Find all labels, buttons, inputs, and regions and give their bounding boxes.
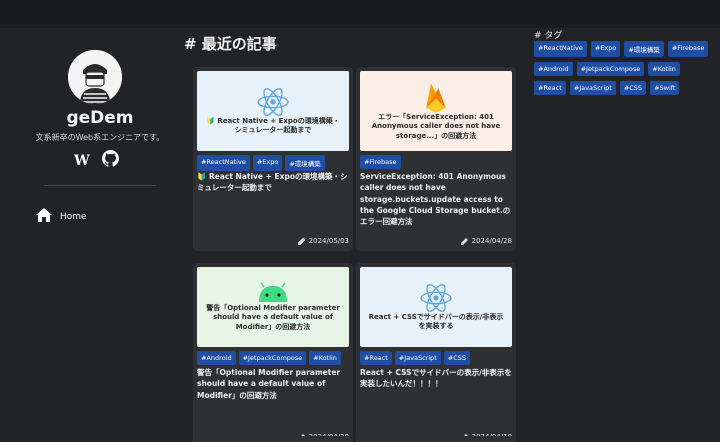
wikipedia-w-icon[interactable]: W: [74, 153, 90, 169]
article-date: 2024/04/28: [460, 237, 512, 245]
firebase-logo-icon: [426, 83, 446, 113]
thumbnail-text: エラー「ServiceException: 401 Anonymous call…: [371, 112, 501, 140]
article-card[interactable]: 🔰 React Native + Expoの環境構築・シミュレーター起動まで #…: [193, 67, 353, 251]
article-thumbnail: 警告「Optional Modifier parameter should ha…: [197, 267, 349, 347]
tag-chip[interactable]: #環境構築: [624, 41, 664, 57]
article-title[interactable]: 警告「Optional Modifier parameter should ha…: [197, 367, 349, 401]
card-tags: #React #JavaScript #CSS: [360, 351, 512, 365]
tag-chip[interactable]: #環境構築: [285, 155, 325, 171]
tag-chip[interactable]: #Firebase: [360, 155, 401, 169]
article-title[interactable]: React + CSSでサイドバーの表示/非表示を実装したいんだ！！！！: [360, 367, 512, 390]
article-thumbnail: React + CSSでサイドバーの表示/非表示を実装する: [360, 267, 512, 347]
article-title[interactable]: ServiceException: 401 Anonymous caller d…: [360, 171, 512, 227]
article-card-partial[interactable]: [356, 436, 516, 442]
profile-sidebar: geDem 文系新卒のWeb系エンジニアです。 W Home: [0, 28, 182, 442]
tag-chip[interactable]: #ReactNative: [197, 155, 250, 171]
pencil-icon: [460, 238, 468, 245]
nav-home-link[interactable]: Home: [36, 208, 87, 225]
sidebar-divider: [44, 185, 156, 186]
tag-chip[interactable]: #CSS: [619, 81, 647, 95]
tag-chip[interactable]: #Expo: [590, 41, 621, 57]
top-bar: [0, 0, 720, 28]
tag-chip[interactable]: #Kotlin: [648, 62, 680, 76]
github-icon[interactable]: [101, 150, 119, 171]
thumbnail-text: React + CSSでサイドバーの表示/非表示を実装する: [368, 312, 504, 330]
tag-chip[interactable]: #JavaScript: [569, 81, 616, 95]
tag-list-title: # タグ: [534, 31, 563, 41]
tag-list: #ReactNative #Expo #環境構築 #Firebase #Andr…: [534, 41, 714, 95]
tag-chip[interactable]: #Kotlin: [309, 351, 341, 365]
date-text: 2024/04/28: [471, 237, 512, 245]
tag-chip[interactable]: #ReactNative: [534, 41, 587, 57]
thumbnail-text: 🔰 React Native + Expoの環境構築・シミュレーター起動まで: [206, 116, 340, 134]
article-thumbnail: 🔰 React Native + Expoの環境構築・シミュレーター起動まで: [197, 71, 349, 151]
social-links: W: [74, 150, 119, 171]
tag-chip[interactable]: #React: [534, 81, 566, 95]
nav-home-label: Home: [60, 211, 87, 222]
tag-chip[interactable]: #JavaScript: [394, 351, 441, 365]
tag-chip[interactable]: #CSS: [443, 351, 471, 365]
thumbnail-text: 警告「Optional Modifier parameter should ha…: [206, 303, 340, 331]
tag-chip[interactable]: #JetpackCompose: [238, 351, 307, 365]
article-card[interactable]: React + CSSでサイドバーの表示/非表示を実装する #React #Ja…: [356, 263, 516, 442]
tag-chip[interactable]: #Swift: [650, 81, 680, 95]
tag-chip[interactable]: #JetpackCompose: [576, 62, 645, 76]
react-logo-icon: [257, 87, 289, 116]
card-tags: #Firebase: [360, 155, 512, 169]
article-card-partial[interactable]: [193, 436, 353, 442]
section-title: # 最近の記事: [184, 35, 277, 53]
android-logo-icon: [259, 282, 287, 302]
article-thumbnail: エラー「ServiceException: 401 Anonymous call…: [360, 71, 512, 151]
home-icon: [36, 208, 52, 225]
date-text: 2024/05/03: [308, 237, 349, 245]
site-description: 文系新卒のWeb系エンジニアです。: [35, 133, 165, 142]
article-card[interactable]: エラー「ServiceException: 401 Anonymous call…: [356, 67, 516, 251]
card-tags: #Android #JetpackCompose #Kotlin: [197, 351, 349, 365]
tag-chip[interactable]: #Firebase: [667, 41, 709, 57]
tag-chip[interactable]: #Expo: [252, 155, 283, 171]
article-date: 2024/05/03: [297, 237, 349, 245]
pencil-icon: [297, 237, 306, 245]
tag-chip[interactable]: #Android: [197, 351, 236, 365]
tag-chip[interactable]: #Android: [534, 62, 573, 76]
avatar: [68, 50, 122, 104]
article-title[interactable]: 🔰 React Native + Expoの環境構築・シミュレーター起動まで: [197, 171, 349, 194]
react-logo-icon: [420, 283, 452, 312]
site-title: geDem: [66, 108, 134, 128]
tag-chip[interactable]: #React: [360, 351, 392, 365]
article-card[interactable]: 警告「Optional Modifier parameter should ha…: [193, 263, 353, 442]
card-tags: #ReactNative #Expo #環境構築: [197, 155, 349, 171]
